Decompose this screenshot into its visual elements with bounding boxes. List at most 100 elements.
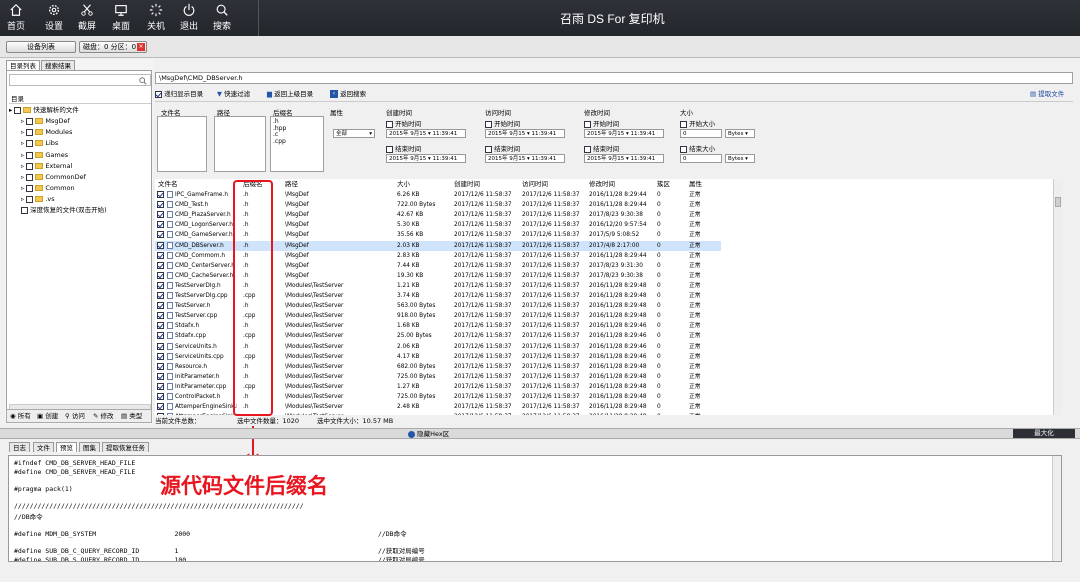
checkbox[interactable] xyxy=(584,120,591,128)
home-button[interactable]: 首页 xyxy=(1,3,31,33)
col-accessed[interactable]: 访问时间 xyxy=(522,179,548,189)
row-checkbox[interactable] xyxy=(157,332,164,340)
screenshot-button[interactable]: 截屏 xyxy=(72,3,102,33)
scrollbar-thumb[interactable] xyxy=(1055,197,1061,207)
tab-search-results[interactable]: 搜索结果 xyxy=(41,60,75,70)
back-search-button[interactable]: ‹ 返回搜索 xyxy=(330,88,366,100)
attr-select[interactable]: 全部 ▾ xyxy=(333,129,375,138)
created-end-toggle[interactable]: 结束时间 xyxy=(386,143,421,153)
suffix-option[interactable]: .cpp xyxy=(273,138,321,146)
row-checkbox[interactable] xyxy=(157,261,164,269)
col-filename[interactable]: 文件名 xyxy=(158,179,178,189)
quick-filter-button[interactable]: ▼ 快速过滤 xyxy=(217,88,250,100)
tab-recovery-tasks[interactable]: 提取恢复任务 xyxy=(102,442,149,452)
row-checkbox[interactable] xyxy=(157,201,164,209)
tree-item-deep-restore[interactable]: 深度恢复的文件(双击开始) xyxy=(21,205,107,215)
tree-item-vs[interactable]: ▹ .vs xyxy=(21,194,55,204)
desktop-button[interactable]: 桌面 xyxy=(106,3,136,33)
size-start-input[interactable]: 0 xyxy=(680,129,722,138)
accessed-start-date[interactable]: 2015年 9月15 ▾ 11:39:41 xyxy=(485,129,565,138)
accessed-end-date[interactable]: 2015年 9月15 ▾ 11:39:41 xyxy=(485,154,565,163)
modified-end-date[interactable]: 2015年 9月15 ▾ 11:39:41 xyxy=(584,154,664,163)
size-end-input[interactable]: 0 xyxy=(680,154,722,163)
tab-preview[interactable]: 预览 xyxy=(56,442,77,452)
col-cluster[interactable]: 簇区 xyxy=(657,179,670,189)
row-checkbox[interactable] xyxy=(157,312,164,320)
row-checkbox[interactable] xyxy=(157,342,164,350)
col-modified[interactable]: 修改时间 xyxy=(589,179,615,189)
row-checkbox[interactable] xyxy=(157,322,164,330)
checkbox[interactable] xyxy=(26,128,34,136)
device-list-button[interactable]: 设备列表 xyxy=(6,41,76,53)
search-button[interactable]: 搜索 xyxy=(207,3,237,33)
row-checkbox[interactable] xyxy=(157,382,164,390)
checkbox[interactable] xyxy=(26,117,34,125)
tab-file[interactable]: 文件 xyxy=(33,442,54,452)
checkbox[interactable] xyxy=(155,90,162,98)
vertical-scrollbar[interactable] xyxy=(1053,179,1062,415)
col-attr[interactable]: 属性 xyxy=(689,179,702,189)
size-end-toggle[interactable]: 结束大小 xyxy=(680,143,715,153)
created-start-date[interactable]: 2015年 9月15 ▾ 11:39:41 xyxy=(386,129,466,138)
filter-type[interactable]: ▤ 类型 xyxy=(121,410,142,422)
row-checkbox[interactable] xyxy=(157,372,164,380)
filter-all[interactable]: ◉ 所有 xyxy=(10,410,31,422)
tree-item-msgdef[interactable]: ▹ MsgDef xyxy=(21,116,70,126)
checkbox[interactable] xyxy=(386,120,393,128)
checkbox[interactable] xyxy=(26,173,34,181)
search-icon[interactable] xyxy=(139,77,147,85)
row-checkbox[interactable] xyxy=(157,352,164,360)
path-field[interactable]: \MsgDef\CMD_DBServer.h xyxy=(155,72,1073,84)
row-checkbox[interactable] xyxy=(157,292,164,299)
checkbox[interactable] xyxy=(14,106,22,114)
tab-log[interactable]: 日志 xyxy=(9,442,30,452)
row-checkbox[interactable] xyxy=(157,211,164,219)
row-checkbox[interactable] xyxy=(157,191,164,198)
shutdown-button[interactable]: 关机 xyxy=(141,3,171,33)
created-start-toggle[interactable]: 开始时间 xyxy=(386,118,421,128)
row-checkbox[interactable] xyxy=(157,251,164,259)
suffix-filter-list[interactable]: .h .hpp .c .cpp xyxy=(270,116,324,172)
settings-button[interactable]: 设置 xyxy=(39,3,69,33)
checkbox[interactable] xyxy=(485,145,492,153)
size-start-toggle[interactable]: 开始大小 xyxy=(680,118,715,128)
vertical-scrollbar[interactable] xyxy=(1052,456,1061,561)
row-checkbox[interactable] xyxy=(157,241,164,249)
checkbox[interactable] xyxy=(680,145,687,153)
created-end-date[interactable]: 2015年 9月15 ▾ 11:39:41 xyxy=(386,154,466,163)
tree-search-input[interactable] xyxy=(9,74,151,86)
checkbox[interactable] xyxy=(26,139,34,147)
checkbox[interactable] xyxy=(26,162,34,170)
checkbox[interactable] xyxy=(485,120,492,128)
col-created[interactable]: 创建时间 xyxy=(454,179,480,189)
row-checkbox[interactable] xyxy=(157,362,164,370)
col-size[interactable]: 大小 xyxy=(397,179,410,189)
tree-item-common[interactable]: ▹ Common xyxy=(21,183,75,193)
row-checkbox[interactable] xyxy=(157,271,164,279)
close-icon[interactable]: × xyxy=(137,43,145,51)
hide-hex-button[interactable]: 隐藏Hex区 xyxy=(408,430,449,439)
checkbox[interactable] xyxy=(21,206,28,214)
checkbox[interactable] xyxy=(26,195,34,203)
row-checkbox[interactable] xyxy=(157,393,164,400)
filter-accessed[interactable]: ⚲ 访问 xyxy=(65,410,85,422)
tree-item-games[interactable]: ▹ Games xyxy=(21,150,68,160)
row-checkbox[interactable] xyxy=(157,413,164,415)
tree-root[interactable]: ▸ 快速解析的文件 xyxy=(9,105,79,115)
checkbox[interactable] xyxy=(26,184,34,192)
checkbox[interactable] xyxy=(680,120,687,128)
accessed-start-toggle[interactable]: 开始时间 xyxy=(485,118,520,128)
modified-end-toggle[interactable]: 结束时间 xyxy=(584,143,619,153)
checkbox[interactable] xyxy=(584,145,591,153)
accessed-end-toggle[interactable]: 结束时间 xyxy=(485,143,520,153)
filter-modified[interactable]: ✎ 修改 xyxy=(93,410,114,422)
checkbox[interactable] xyxy=(386,145,393,153)
checkbox[interactable] xyxy=(26,151,34,159)
extract-file-button[interactable]: ▤ 提取文件 xyxy=(1030,88,1064,100)
modified-start-toggle[interactable]: 开始时间 xyxy=(584,118,619,128)
row-checkbox[interactable] xyxy=(157,302,164,310)
tree-item-commondef[interactable]: ▹ CommonDef xyxy=(21,172,86,182)
tab-gallery[interactable]: 图集 xyxy=(79,442,100,452)
row-checkbox[interactable] xyxy=(157,221,164,229)
filter-created[interactable]: ▣ 创建 xyxy=(37,410,58,422)
